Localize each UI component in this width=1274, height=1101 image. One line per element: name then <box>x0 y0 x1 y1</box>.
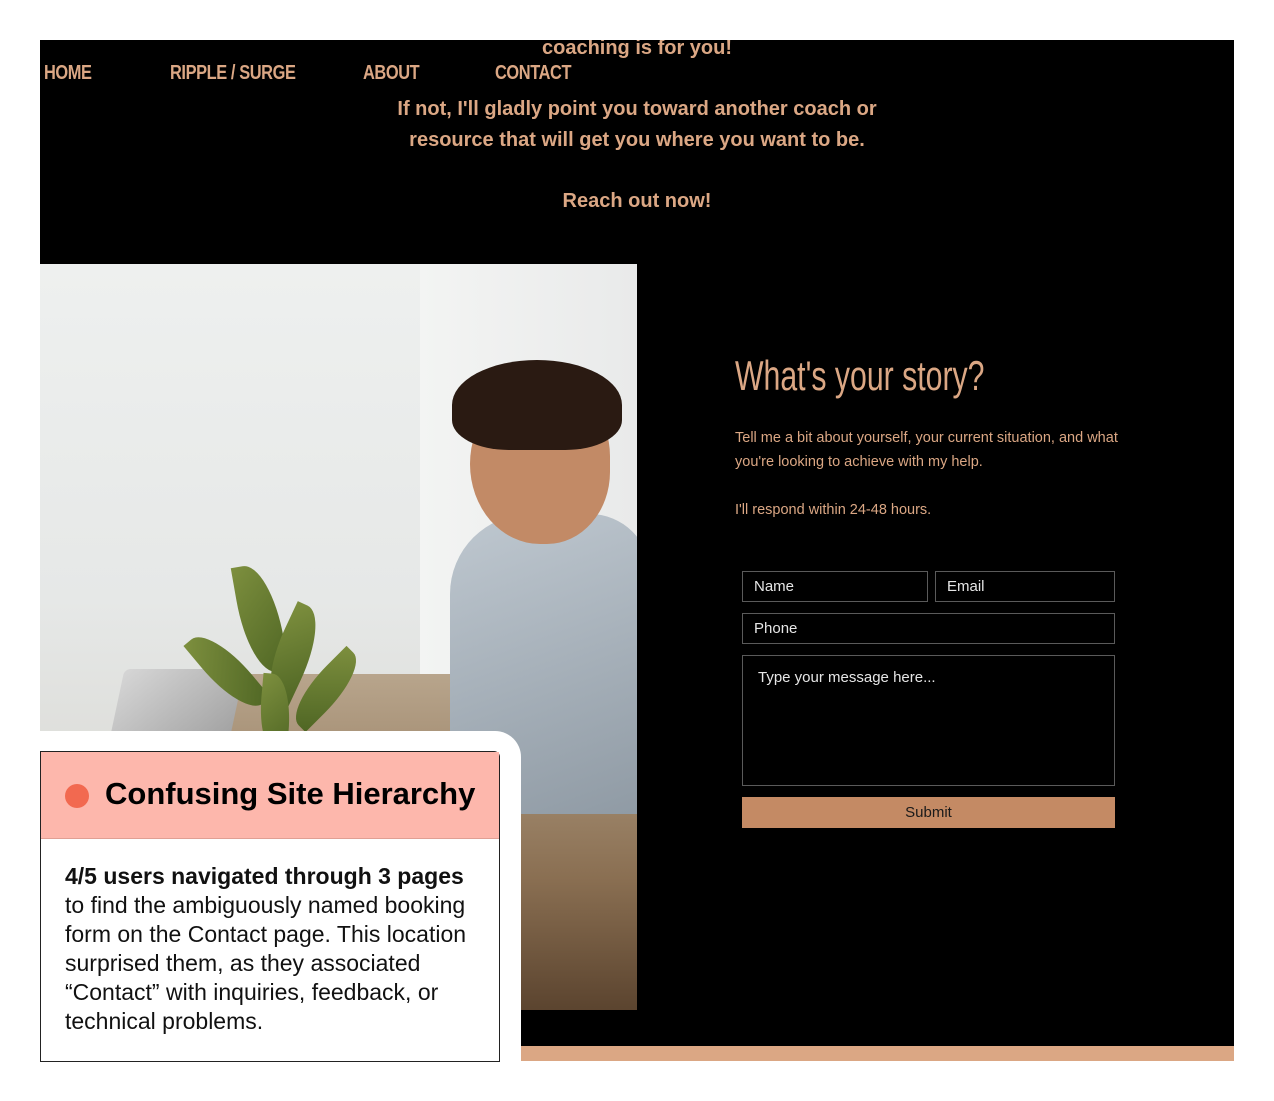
nav-contact[interactable]: CONTACT <box>495 62 571 85</box>
usability-callout: Confusing Site Hierarchy 4/5 users navig… <box>40 751 500 1062</box>
intro-line-1: If not, I'll gladly point you toward ano… <box>397 98 877 120</box>
intro-line-0: coaching is for you! <box>541 40 733 59</box>
submit-button[interactable]: Submit <box>742 797 1115 828</box>
callout-highlight: 4/5 users navigated through 3 pages <box>65 863 464 889</box>
phone-field[interactable]: Phone <box>742 613 1115 644</box>
form-description: Tell me a bit about yourself, your curre… <box>735 430 1118 470</box>
callout-title: Confusing Site Hierarchy <box>105 776 476 811</box>
name-field[interactable]: Name <box>742 571 928 602</box>
footer-accent-bar <box>521 1046 1234 1061</box>
nav-about[interactable]: ABOUT <box>363 62 420 85</box>
intro-line-2: resource that will get you where you wan… <box>409 129 865 151</box>
status-dot-icon <box>65 784 89 808</box>
nav-ripple-surge[interactable]: RIPPLE / SURGE <box>170 62 296 85</box>
form-title: What's your story? <box>735 352 985 399</box>
callout-header: Confusing Site Hierarchy <box>41 752 499 839</box>
email-field[interactable]: Email <box>935 571 1115 602</box>
nav-home[interactable]: HOME <box>44 62 92 85</box>
message-field[interactable]: Type your message here... <box>742 655 1115 786</box>
callout-body: 4/5 users navigated through 3 pages to f… <box>65 862 485 1036</box>
response-note: I'll respond within 24-48 hours. <box>735 502 932 518</box>
callout-text: to find the ambiguously named booking fo… <box>65 892 467 1034</box>
reach-out-cta: Reach out now! <box>562 190 712 212</box>
